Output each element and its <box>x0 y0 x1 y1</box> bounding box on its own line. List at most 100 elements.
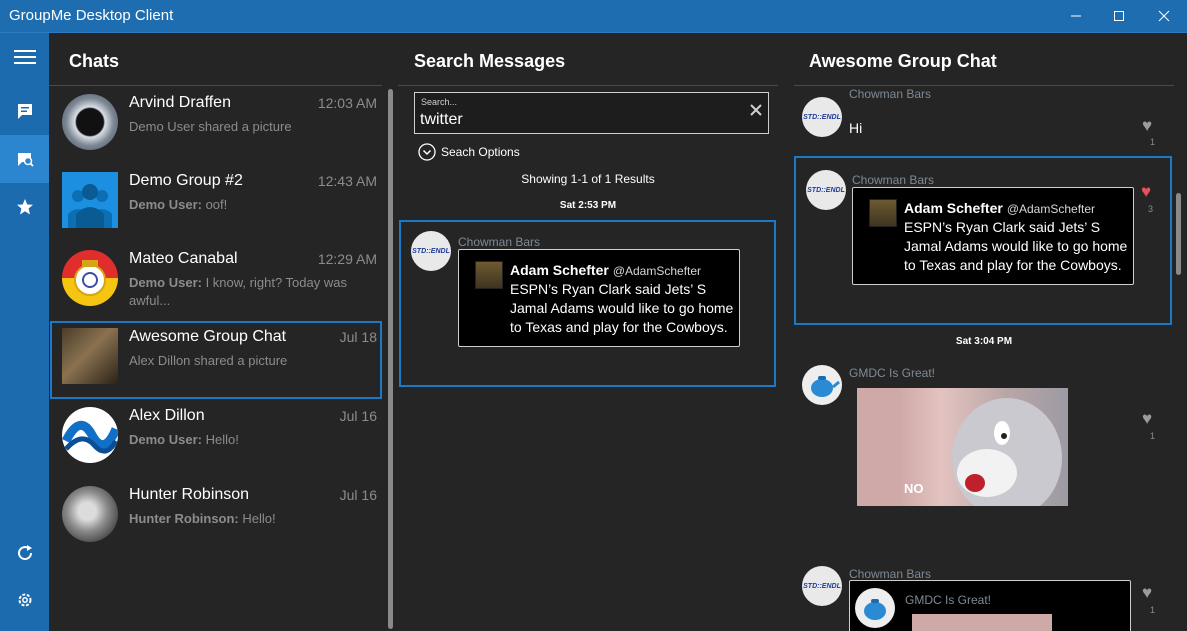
chat-name: Mateo Canabal <box>129 250 238 267</box>
group-divider <box>794 85 1174 86</box>
search-options-toggle[interactable]: Seach Options <box>418 143 520 161</box>
group-icon <box>68 184 112 228</box>
search-chat-icon <box>17 153 34 167</box>
chat-item[interactable]: Mateo Canabal 12:29 AM Demo User: I know… <box>50 243 382 321</box>
chat-preview: Demo User: oof! <box>129 196 369 214</box>
tweet-author: Adam Schefter @AdamSchefter <box>510 262 701 278</box>
star-icon <box>16 199 33 215</box>
sender-name: Chowman Bars <box>458 235 541 249</box>
minimize-button[interactable] <box>1053 0 1099 32</box>
tweet-text: ESPN’s Ryan Clark said Jets’ S Jamal Ada… <box>904 219 1128 273</box>
chats-panel: Chats Arvind Draffen 12:03 AM Demo User … <box>49 33 398 631</box>
chat-name: Arvind Draffen <box>129 94 231 111</box>
results-count: Showing 1-1 of 1 Results <box>521 172 655 186</box>
like-count: 1 <box>1150 605 1156 615</box>
chats-nav-button[interactable] <box>0 87 49 135</box>
search-divider <box>398 85 778 86</box>
nested-image <box>912 614 1052 631</box>
heart-icon[interactable]: ♥ <box>1142 583 1152 603</box>
search-messages-nav-button[interactable] <box>0 135 49 183</box>
heart-icon[interactable]: ♥ <box>1142 116 1152 136</box>
chat-preview: Alex Dillon shared a picture <box>129 352 369 370</box>
tweet-text: ESPN’s Ryan Clark said Jets’ S Jamal Ada… <box>510 281 734 335</box>
message[interactable]: STD::ENDL Chowman Bars Hi ♥ 1 <box>784 89 1179 149</box>
crest-icon <box>74 260 106 296</box>
avatar: STD::ENDL <box>411 231 451 271</box>
chat-preview: Hunter Robinson: Hello! <box>129 510 369 528</box>
chevron-down-circle-icon <box>418 143 436 161</box>
chat-name: Awesome Group Chat <box>129 328 287 345</box>
avatar <box>802 365 842 405</box>
minimize-icon <box>1071 15 1081 17</box>
chat-item[interactable]: Demo Group #2 12:43 AM Demo User: oof! <box>50 165 382 243</box>
group-chat-panel: Awesome Group Chat STD::ENDL Chowman Bar… <box>784 33 1187 631</box>
message[interactable]: GMDC Is Great! NO ♥ 1 <box>784 359 1179 509</box>
starred-nav-button[interactable] <box>0 183 49 231</box>
close-button[interactable] <box>1141 0 1187 32</box>
avatar: STD::ENDL <box>802 97 842 137</box>
gear-icon <box>18 593 31 607</box>
group-scrollbar[interactable] <box>1176 193 1181 275</box>
avatar: STD::ENDL <box>802 566 842 606</box>
tweet-author-name: Adam Schefter <box>904 200 1003 216</box>
avatar <box>62 172 118 228</box>
shared-image[interactable]: NO <box>857 388 1068 506</box>
window-title: GroupMe Desktop Client <box>9 7 174 24</box>
message-highlighted[interactable]: STD::ENDL Chowman Bars Adam Schefter @Ada… <box>794 156 1172 325</box>
search-query: twitter <box>420 111 463 128</box>
avatar: STD::ENDL <box>806 170 846 210</box>
avatar <box>62 328 118 384</box>
nested-message-card[interactable]: GMDC Is Great! <box>849 580 1131 631</box>
tweet-handle: @AdamSchefter <box>612 264 702 278</box>
chat-item[interactable]: Hunter Robinson Jul 16 Hunter Robinson: … <box>50 479 382 557</box>
wave-logo-icon <box>62 421 118 454</box>
tweet-card[interactable]: Adam Schefter @AdamSchefter ESPN’s Ryan C… <box>852 187 1134 285</box>
chat-item-selected[interactable]: Awesome Group Chat Jul 18 Alex Dillon sh… <box>50 321 382 399</box>
chat-time: 12:29 AM <box>317 251 377 267</box>
menu-button[interactable] <box>0 33 49 81</box>
tweet-author: Adam Schefter @AdamSchefter <box>904 200 1095 216</box>
sender-name: Chowman Bars <box>849 567 932 581</box>
like-count: 3 <box>1148 204 1154 214</box>
settings-button[interactable] <box>0 576 49 624</box>
message[interactable]: STD::ENDL Chowman Bars GMDC Is Great! ♥ … <box>784 561 1179 631</box>
maximize-button[interactable] <box>1096 0 1142 32</box>
chat-preview: Demo User shared a picture <box>129 118 369 136</box>
chat-time: Jul 18 <box>339 329 377 345</box>
tweet-avatar <box>869 199 897 227</box>
nested-avatar <box>855 588 895 628</box>
chat-time: Jul 16 <box>339 487 377 503</box>
search-title: Search Messages <box>414 51 566 71</box>
date-separator: Sat 3:04 PM <box>955 336 1013 347</box>
date-separator: Sat 2:53 PM <box>559 200 617 211</box>
title-bar: GroupMe Desktop Client <box>0 0 1187 33</box>
search-options-label: Seach Options <box>441 145 520 159</box>
tweet-handle: @AdamSchefter <box>1006 202 1096 216</box>
chat-name: Alex Dillon <box>129 407 205 424</box>
tweet-card[interactable]: Adam Schefter @AdamSchefter ESPN’s Ryan C… <box>458 249 740 347</box>
search-result[interactable]: STD::ENDL Chowman Bars Adam Schefter @Ada… <box>399 220 776 387</box>
avatar <box>62 407 118 463</box>
sender-name: Chowman Bars <box>849 89 932 101</box>
clear-search-button[interactable] <box>750 103 762 121</box>
chat-item[interactable]: Arvind Draffen 12:03 AM Demo User shared… <box>50 87 382 165</box>
search-input[interactable]: Search... twitter <box>414 92 769 134</box>
heart-icon[interactable]: ♥ <box>1142 409 1152 429</box>
group-title: Awesome Group Chat <box>809 51 997 71</box>
chats-scrollbar[interactable] <box>388 89 393 629</box>
preview-text: Hello! <box>238 511 276 526</box>
close-icon <box>1158 10 1170 22</box>
chat-icon <box>17 104 32 119</box>
like-count: 1 <box>1150 431 1156 441</box>
chat-name: Demo Group #2 <box>129 172 243 189</box>
heart-liked-icon[interactable]: ♥ <box>1141 182 1151 202</box>
tweet-avatar <box>475 261 503 289</box>
refresh-button[interactable] <box>0 529 49 577</box>
message-text: Hi <box>849 120 863 136</box>
like-count: 1 <box>1150 137 1156 147</box>
menu-icon <box>13 50 36 64</box>
maximize-icon <box>1114 11 1124 21</box>
chat-item[interactable]: Alex Dillon Jul 16 Demo User: Hello! <box>50 400 382 478</box>
chats-title: Chats <box>69 51 120 71</box>
chat-preview: Demo User: I know, right? Today was awfu… <box>129 274 369 310</box>
